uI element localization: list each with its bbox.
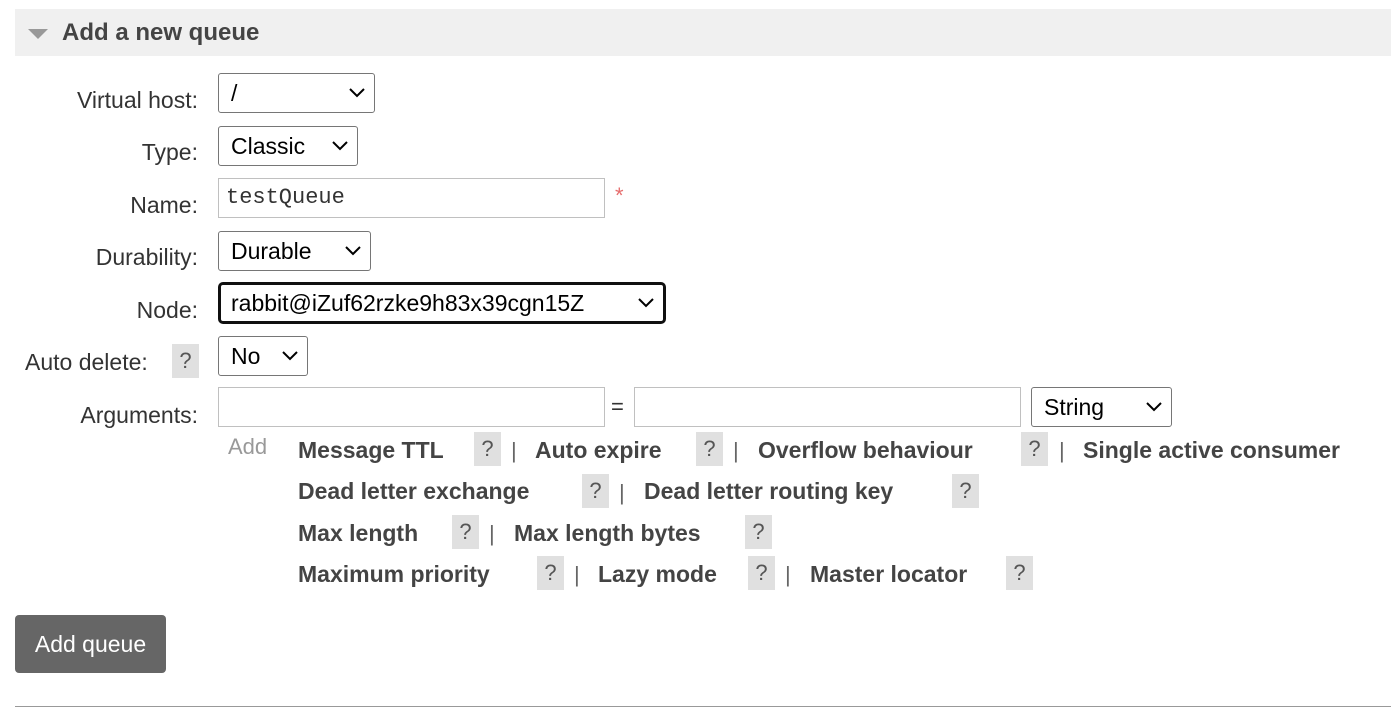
separator: | bbox=[785, 562, 791, 587]
dead-letter-routing-key-help-icon[interactable]: ? bbox=[952, 474, 979, 508]
message-ttl-help-icon[interactable]: ? bbox=[474, 432, 501, 466]
arg-link-dead-letter-exchange[interactable]: Dead letter exchange bbox=[298, 478, 529, 505]
auto-expire-help-icon[interactable]: ? bbox=[696, 432, 723, 466]
node-value: rabbit@iZuf62rzke9h83x39cgn15Z bbox=[231, 290, 585, 316]
chevron-down-icon bbox=[1146, 402, 1162, 412]
node-select[interactable]: rabbit@iZuf62rzke9h83x39cgn15Z bbox=[218, 282, 666, 324]
arg-link-max-length-bytes[interactable]: Max length bytes bbox=[514, 520, 701, 547]
lazy-mode-help-icon[interactable]: ? bbox=[748, 556, 775, 590]
auto-delete-label: Auto delete: bbox=[25, 349, 148, 375]
max-length-help-icon[interactable]: ? bbox=[452, 515, 479, 549]
chevron-down-icon bbox=[332, 141, 348, 151]
chevron-down-icon bbox=[349, 88, 365, 98]
arg-link-maximum-priority[interactable]: Maximum priority bbox=[298, 561, 490, 588]
maximum-priority-help-icon[interactable]: ? bbox=[537, 556, 564, 590]
auto-delete-value: No bbox=[231, 343, 261, 369]
auto-delete-select[interactable]: No bbox=[218, 336, 308, 376]
argument-value-input[interactable] bbox=[634, 387, 1021, 427]
add-queue-button[interactable]: Add queue bbox=[15, 615, 166, 673]
type-label: Type: bbox=[141, 139, 198, 165]
separator: | bbox=[1059, 438, 1065, 463]
virtual-host-select[interactable]: / bbox=[218, 73, 375, 113]
auto-delete-help-icon[interactable]: ? bbox=[172, 344, 199, 378]
arg-link-max-length[interactable]: Max length bbox=[298, 520, 418, 547]
arg-link-overflow-behaviour[interactable]: Overflow behaviour bbox=[758, 437, 973, 464]
overflow-behaviour-help-icon[interactable]: ? bbox=[1021, 432, 1048, 466]
collapse-triangle-icon[interactable] bbox=[28, 29, 48, 39]
section-title: Add a new queue bbox=[62, 19, 260, 46]
durability-label: Durability: bbox=[95, 244, 198, 270]
chevron-down-icon bbox=[282, 351, 298, 361]
virtual-host-label: Virtual host: bbox=[76, 87, 198, 113]
arg-link-master-locator[interactable]: Master locator bbox=[810, 561, 967, 588]
argument-key-input[interactable] bbox=[218, 387, 605, 427]
arg-link-message-ttl[interactable]: Message TTL bbox=[298, 437, 444, 464]
virtual-host-value: / bbox=[231, 80, 238, 106]
section-header[interactable]: Add a new queue bbox=[15, 9, 1391, 56]
arg-link-lazy-mode[interactable]: Lazy mode bbox=[598, 561, 717, 588]
separator: | bbox=[489, 521, 495, 546]
equals-sign: = bbox=[611, 394, 624, 419]
arg-link-single-active-consumer[interactable]: Single active consumer bbox=[1083, 437, 1340, 464]
master-locator-help-icon[interactable]: ? bbox=[1006, 556, 1033, 590]
node-label: Node: bbox=[136, 297, 198, 323]
divider bbox=[15, 706, 1391, 707]
name-input[interactable]: testQueue bbox=[218, 178, 605, 218]
required-mark: * bbox=[615, 183, 624, 208]
durability-value: Durable bbox=[231, 238, 312, 264]
dead-letter-exchange-help-icon[interactable]: ? bbox=[582, 474, 609, 508]
arg-link-dead-letter-routing-key[interactable]: Dead letter routing key bbox=[644, 478, 893, 505]
type-value: Classic bbox=[231, 133, 306, 159]
separator: | bbox=[733, 438, 739, 463]
separator: | bbox=[574, 562, 580, 587]
argument-type-select[interactable]: String bbox=[1031, 387, 1172, 427]
name-label: Name: bbox=[130, 192, 198, 218]
separator: | bbox=[619, 480, 625, 505]
separator: | bbox=[511, 438, 517, 463]
type-select[interactable]: Classic bbox=[218, 126, 358, 166]
chevron-down-icon bbox=[345, 246, 361, 256]
chevron-down-icon bbox=[638, 298, 654, 308]
max-length-bytes-help-icon[interactable]: ? bbox=[745, 515, 772, 549]
arg-link-auto-expire[interactable]: Auto expire bbox=[535, 437, 662, 464]
add-argument-link[interactable]: Add bbox=[228, 434, 267, 460]
argument-type-value: String bbox=[1044, 394, 1105, 420]
arguments-label: Arguments: bbox=[80, 402, 198, 428]
durability-select[interactable]: Durable bbox=[218, 231, 371, 271]
